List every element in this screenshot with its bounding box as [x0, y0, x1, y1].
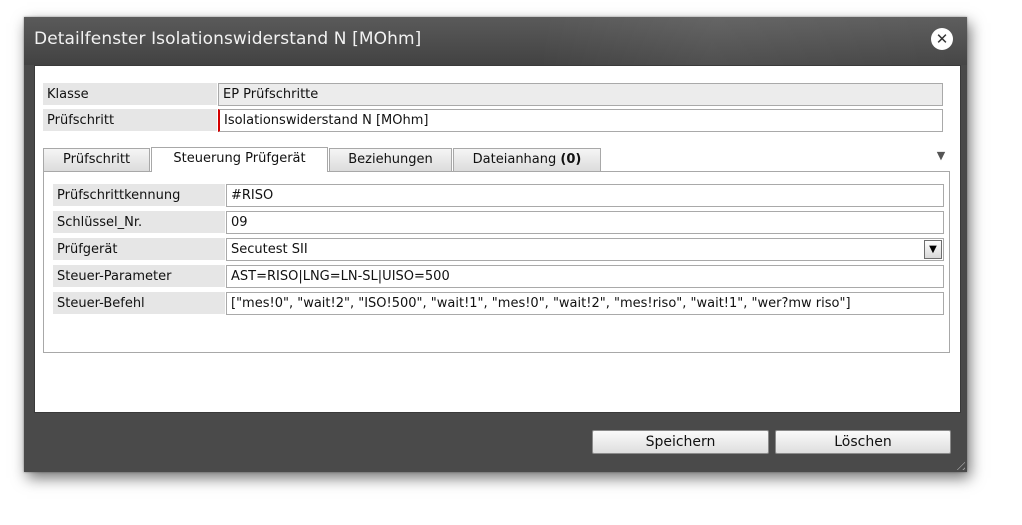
steuerung-panel: Prüfschrittkennung #RISO Schlüssel_Nr. 0… [43, 171, 950, 353]
field-steuer-parameter: Steuer-Parameter AST=RISO|LNG=LN-SL|UISO… [53, 265, 944, 288]
field-pruefgeraet: Prüfgerät Secutest SII ▼ [53, 238, 944, 261]
steuer-parameter-input[interactable]: AST=RISO|LNG=LN-SL|UISO=500 [226, 265, 944, 288]
steuer-befehl-input[interactable]: ["mes!0", "wait!2", "ISO!500", "wait!1",… [226, 292, 944, 315]
field-steuer-befehl: Steuer-Befehl ["mes!0", "wait!2", "ISO!5… [53, 292, 944, 315]
window-titlebar[interactable]: Detailfenster Isolationswiderstand N [MO… [24, 17, 967, 65]
titlebar-sheen [544, 17, 967, 65]
schluessel-nr-input[interactable]: 09 [226, 211, 944, 234]
dialog-content: Klasse EP Prüfschritte Prüfschritt Isola… [34, 65, 961, 413]
steuer-befehl-label: Steuer-Befehl [53, 292, 225, 315]
schluessel-nr-label: Schlüssel_Nr. [53, 211, 225, 234]
tab-label: Steuerung Prüfgerät [173, 151, 306, 166]
tab-beziehungen[interactable]: Beziehungen [329, 148, 452, 171]
tab-dateianhang[interactable]: Dateianhang (0) [453, 148, 601, 171]
field-pruefschrittkennung: Prüfschrittkennung #RISO [53, 184, 944, 207]
window-title: Detailfenster Isolationswiderstand N [MO… [34, 29, 422, 49]
field-schluessel-nr: Schlüssel_Nr. 09 [53, 211, 944, 234]
tab-menu-chevron-down-icon[interactable]: ▼ [933, 148, 949, 164]
pruefgeraet-selected-value: Secutest SII [231, 242, 308, 257]
delete-button[interactable]: Löschen [775, 430, 951, 454]
tab-pruefschritt[interactable]: Prüfschritt [43, 148, 150, 171]
klasse-label: Klasse [43, 83, 217, 106]
save-button[interactable]: Speichern [592, 430, 769, 454]
pruefgeraet-select[interactable]: Secutest SII ▼ [226, 238, 944, 261]
chevron-down-icon[interactable]: ▼ [924, 240, 942, 259]
field-klasse: Klasse EP Prüfschritte [43, 83, 953, 106]
pruefschritt-label: Prüfschritt [43, 109, 217, 132]
tab-label: Prüfschritt [62, 152, 131, 167]
detail-window: Detailfenster Isolationswiderstand N [MO… [24, 17, 967, 472]
tab-steuerung-pruefgeraet[interactable]: Steuerung Prüfgerät [151, 147, 328, 172]
field-pruefschritt: Prüfschritt Isolationswiderstand N [MOhm… [43, 109, 953, 132]
resize-grip-icon[interactable] [953, 458, 965, 470]
pruefschrittkennung-label: Prüfschrittkennung [53, 184, 225, 207]
pruefschrittkennung-input[interactable]: #RISO [226, 184, 944, 207]
pruefschritt-input[interactable]: Isolationswiderstand N [MOhm] [218, 109, 943, 132]
tab-label: Dateianhang [472, 152, 561, 167]
close-icon[interactable]: ✕ [931, 28, 953, 50]
attachment-count: (0) [560, 152, 582, 167]
steuer-parameter-label: Steuer-Parameter [53, 265, 225, 288]
tab-label: Beziehungen [348, 152, 433, 167]
klasse-value: EP Prüfschritte [218, 83, 943, 106]
pruefgeraet-label: Prüfgerät [53, 238, 225, 261]
